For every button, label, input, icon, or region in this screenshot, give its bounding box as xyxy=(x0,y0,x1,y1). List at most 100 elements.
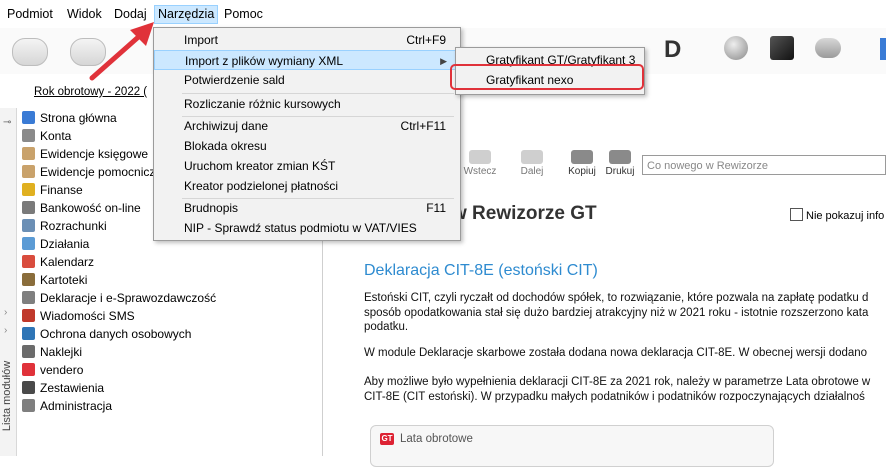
module-item[interactable]: Ewidencje księgowe xyxy=(22,145,148,163)
print-icon xyxy=(609,150,631,164)
gears-icon xyxy=(22,237,35,250)
coins-icon xyxy=(22,183,35,196)
paragraph-line: CIT-8E (CIT estoński). W przypadku małyc… xyxy=(364,391,865,403)
cards-icon xyxy=(22,273,35,286)
shield-icon xyxy=(22,327,35,340)
menu-item-kreator-kst[interactable]: Uruchom kreator zmian KŚT xyxy=(154,156,458,176)
print-label: Drukuj xyxy=(605,166,635,177)
forward-arrow-icon xyxy=(521,150,543,164)
bank-icon xyxy=(22,201,35,214)
module-item[interactable]: Kalendarz xyxy=(22,253,94,271)
book-icon xyxy=(22,129,35,142)
menu-pomoc[interactable]: Pomoc xyxy=(221,6,266,23)
module-list-label: Lista modułów xyxy=(1,360,14,432)
module-item[interactable]: Konta xyxy=(22,127,71,145)
copy-button[interactable]: Kopiuj xyxy=(562,150,602,177)
chart-icon xyxy=(22,381,35,394)
back-button[interactable]: Wstecz xyxy=(460,150,500,177)
menu-item-rozliczanie[interactable]: Rozliczanie różnic kursowych xyxy=(154,94,458,114)
module-item[interactable]: Wiadomości SMS xyxy=(22,307,135,325)
home-icon xyxy=(22,111,35,124)
expand-chevron-icon[interactable]: › xyxy=(4,379,7,390)
admin-icon xyxy=(22,399,35,412)
menu-item-label: Potwierdzenie sald xyxy=(184,73,285,87)
module-item[interactable]: Strona główna xyxy=(22,109,117,127)
vendero-icon xyxy=(22,363,35,376)
module-item[interactable]: Ochrona danych osobowych xyxy=(22,325,191,343)
module-item-label: Konta xyxy=(40,129,72,143)
module-item[interactable]: Zestawienia xyxy=(22,379,104,397)
menu-podmiot[interactable]: Podmiot xyxy=(4,6,56,23)
menu-item-label: Import xyxy=(184,33,219,47)
paragraph-line: sposób opodatkowania stał się dużo bardz… xyxy=(364,307,869,319)
globe-icon[interactable] xyxy=(724,36,748,60)
lata-obrotowe-title: Lata obrotowe xyxy=(400,433,473,445)
module-item[interactable]: Kartoteki xyxy=(22,271,87,289)
ledger-icon xyxy=(22,147,35,160)
annotation-arrow-icon xyxy=(89,22,154,81)
module-item[interactable]: Ewidencje pomocnicze xyxy=(22,163,162,181)
menu-item-nip-vies[interactable]: NIP - Sprawdź status podmiotu w VAT/VIES xyxy=(154,218,458,238)
back-arrow-icon xyxy=(469,150,491,164)
menu-item-import-xml[interactable]: Import z plików wymiany XML ▶ xyxy=(154,50,458,70)
module-item[interactable]: Administracja xyxy=(22,397,112,415)
paragraph-line: W module Deklaracje skarbowe została dod… xyxy=(364,347,868,359)
fiscal-year-link[interactable]: Rok obrotowy - 2022 ( xyxy=(34,86,147,98)
module-item-label: Bankowość on-line xyxy=(40,201,141,215)
menu-item-podzielona-platnosc[interactable]: Kreator podzielonej płatności xyxy=(154,176,458,196)
menu-item-label: Rozliczanie różnic kursowych xyxy=(184,97,341,111)
d-icon[interactable]: D xyxy=(664,36,681,64)
menu-item-archiwizuj[interactable]: Archiwizuj dane Ctrl+F11 xyxy=(154,116,458,136)
module-item-label: Administracja xyxy=(40,399,113,413)
article-title[interactable]: Deklaracja CIT-8E (estoński CIT) xyxy=(364,262,598,280)
module-item[interactable]: Rozrachunki xyxy=(22,217,107,235)
submenu-arrow-icon: ▶ xyxy=(440,56,447,66)
menu-item-label: NIP - Sprawdź status podmiotu w VAT/VIES xyxy=(184,221,417,235)
module-item[interactable]: Naklejki xyxy=(22,343,82,361)
menu-item-blokada[interactable]: Blokada okresu xyxy=(154,136,458,156)
toolbar-back-icon[interactable] xyxy=(12,38,48,66)
narzedzia-dropdown: Import Ctrl+F9 Import z plików wymiany XM… xyxy=(153,27,461,241)
module-item[interactable]: Bankowość on-line xyxy=(22,199,141,217)
paragraph-line: Estoński CIT, czyli ryczałt od dochodów … xyxy=(364,292,869,304)
database-cloud-icon[interactable] xyxy=(815,38,841,58)
print-button[interactable]: Drukuj xyxy=(600,150,640,177)
shortcut-label: Ctrl+F9 xyxy=(406,33,446,47)
copy-label: Kopiuj xyxy=(568,166,596,177)
module-item-label: Działania xyxy=(40,237,90,251)
search-input[interactable]: Co nowego w Rewizorze xyxy=(642,155,886,175)
module-item-label: Deklaracje i e-Sprawozdawczość xyxy=(40,291,217,305)
menu-item-label: Blokada okresu xyxy=(184,139,267,153)
sticker-icon xyxy=(22,345,35,358)
handshake-icon xyxy=(22,219,35,232)
forward-label: Dalej xyxy=(520,166,544,177)
paragraph-line: podatku. xyxy=(364,321,409,333)
expand-chevron-icon[interactable]: › xyxy=(4,307,7,318)
expand-chevron-icon[interactable]: › xyxy=(4,325,7,336)
module-item-label: Finanse xyxy=(40,183,83,197)
module-item[interactable]: Finanse xyxy=(22,181,83,199)
page-title: w Rewizorze GT xyxy=(452,203,597,224)
menu-item-import[interactable]: Import Ctrl+F9 xyxy=(154,30,458,50)
menu-item-label: Archiwizuj dane xyxy=(184,119,269,133)
edge-icon[interactable] xyxy=(880,38,886,60)
menu-item-label: Brudnopis xyxy=(184,201,239,215)
no-show-checkbox[interactable]: Nie pokazuj info xyxy=(790,208,884,222)
shortcut-label: Ctrl+F11 xyxy=(400,119,446,133)
menu-item-label: Uruchom kreator zmian KŚT xyxy=(184,159,336,173)
module-item-label: Zestawienia xyxy=(40,381,105,395)
menu-item-label: Kreator podzielonej płatności xyxy=(184,179,339,193)
checkbox-icon[interactable] xyxy=(790,208,803,221)
menu-item-brudnopis[interactable]: Brudnopis F11 xyxy=(154,198,458,218)
back-label: Wstecz xyxy=(463,166,497,177)
module-item[interactable]: Działania xyxy=(22,235,89,253)
box-icon[interactable] xyxy=(770,36,794,60)
menu-item-potwierdzenie-sald[interactable]: Potwierdzenie sald xyxy=(154,70,458,90)
no-show-label: Nie pokazuj info xyxy=(806,210,885,222)
module-item[interactable]: vendero xyxy=(22,361,83,379)
module-item-label: Ewidencje pomocnicze xyxy=(40,165,163,179)
annotation-highlight-box xyxy=(450,64,644,90)
module-item[interactable]: Deklaracje i e-Sprawozdawczość xyxy=(22,289,216,307)
pin-icon[interactable]: ⊸ xyxy=(3,117,11,128)
forward-button[interactable]: Dalej xyxy=(512,150,552,177)
